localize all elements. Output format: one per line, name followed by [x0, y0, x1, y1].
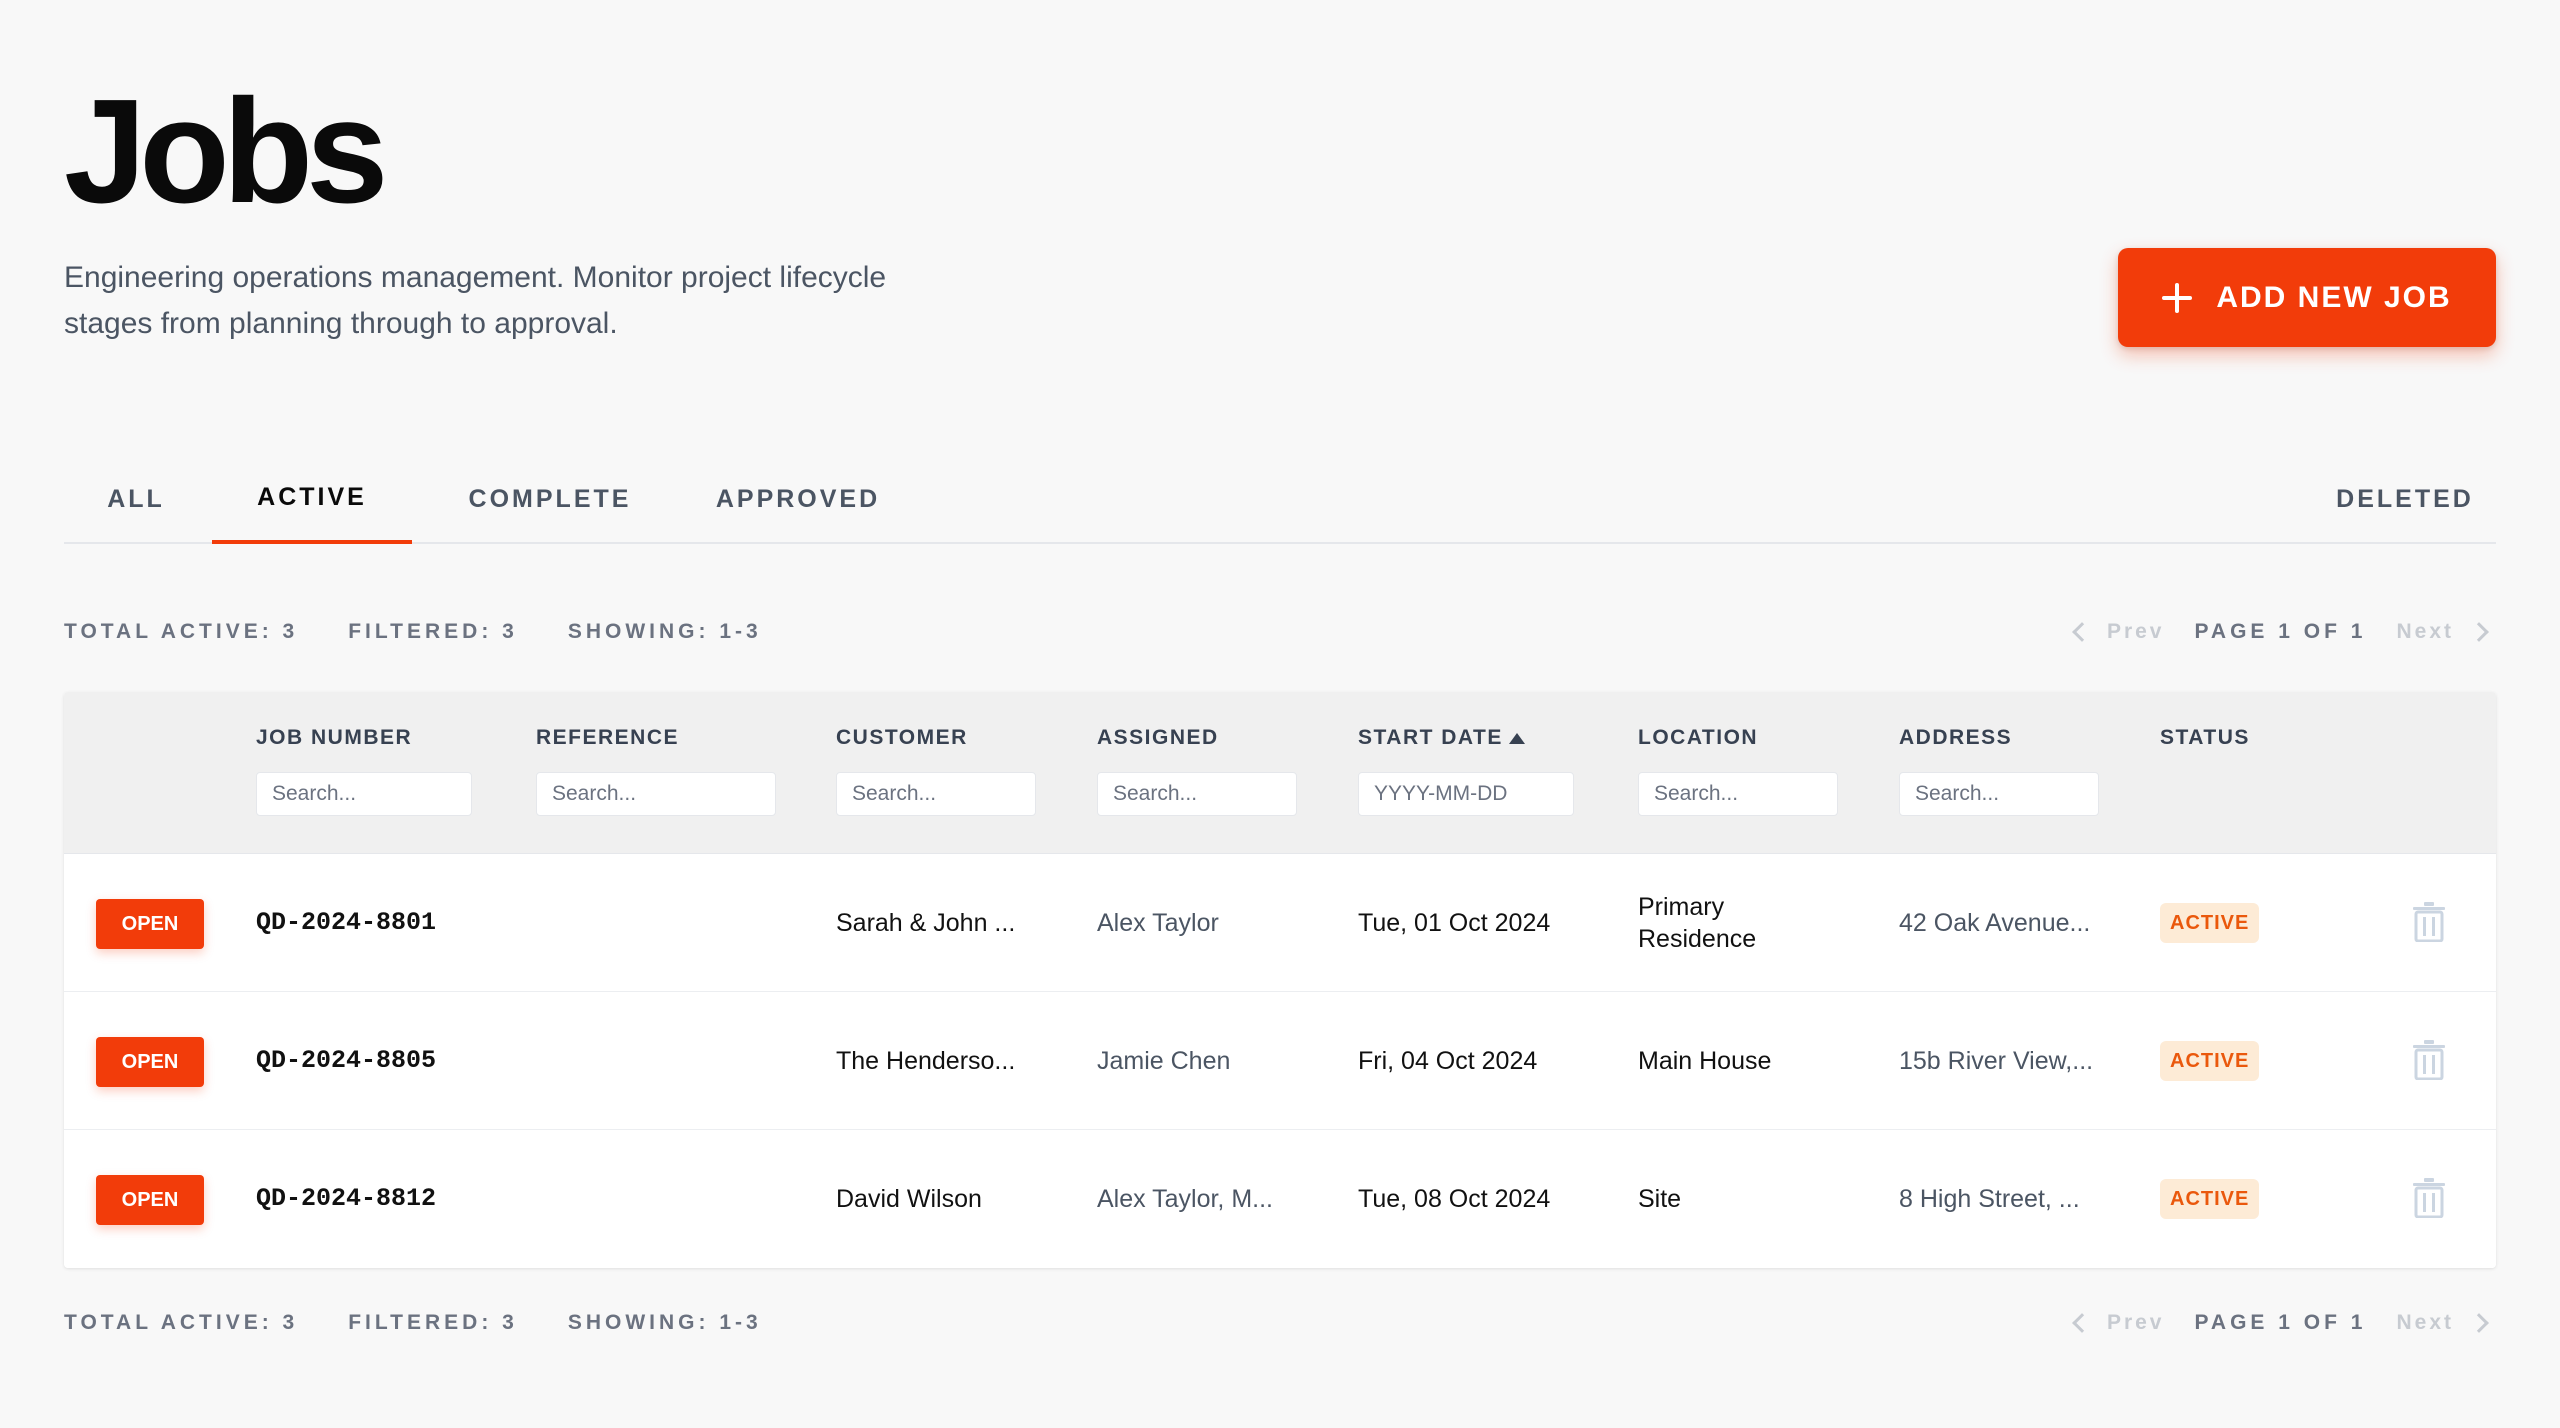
pagination-bottom: Prev PAGE 1 OF 1 Next: [2072, 1303, 2489, 1343]
tab-all[interactable]: ALL: [64, 454, 208, 544]
col-status: STATUS: [2160, 726, 2250, 749]
assigned: Alex Taylor: [1097, 909, 1219, 937]
trash-icon[interactable]: [2412, 1040, 2446, 1080]
prev-page-button[interactable]: Prev: [2072, 620, 2165, 644]
status-badge: ACTIVE: [2160, 1041, 2260, 1081]
sort-ascending-icon: [1508, 732, 1525, 744]
reference-search-input[interactable]: [536, 772, 776, 816]
start-date: Fri, 04 Oct 2024: [1358, 1047, 1538, 1075]
total-active-count: TOTAL ACTIVE: 3: [64, 1311, 299, 1334]
prev-label: Prev: [2106, 1311, 2165, 1334]
col-job-number[interactable]: JOB NUMBER: [256, 726, 412, 750]
tab-active[interactable]: ACTIVE: [212, 454, 412, 544]
table-row: OPEN QD-2024-8805 The Henderso... Jamie …: [64, 992, 2496, 1130]
col-address[interactable]: ADDRESS: [1899, 726, 2012, 750]
summary-bar-top: TOTAL ACTIVE: 3 FILTERED: 3 SHOWING: 1-3…: [64, 612, 2496, 652]
prev-page-button[interactable]: Prev: [2072, 1311, 2165, 1335]
start-date: Tue, 01 Oct 2024: [1358, 909, 1551, 937]
job-number: QD-2024-8812: [256, 1184, 437, 1213]
tab-complete[interactable]: COMPLETE: [436, 454, 664, 544]
status-badge: ACTIVE: [2160, 1179, 2260, 1219]
chevron-right-icon: [2469, 1313, 2489, 1333]
prev-label: Prev: [2106, 620, 2165, 643]
page-subtitle: Engineering operations management. Monit…: [64, 261, 887, 340]
col-start-date[interactable]: START DATE: [1358, 726, 1525, 750]
status-tabs: ALL ACTIVE COMPLETE APPROVED DELETED: [64, 454, 2496, 544]
address: 42 Oak Avenue...: [1899, 909, 2091, 937]
tab-approved[interactable]: APPROVED: [684, 454, 912, 544]
summary-bar-bottom: TOTAL ACTIVE: 3 FILTERED: 3 SHOWING: 1-3…: [64, 1303, 2496, 1343]
start-date: Tue, 08 Oct 2024: [1358, 1185, 1551, 1213]
pagination-top: Prev PAGE 1 OF 1 Next: [2072, 612, 2489, 652]
add-new-job-label: ADD NEW JOB: [2216, 280, 2452, 314]
total-active-count: TOTAL ACTIVE: 3: [64, 620, 299, 643]
page-indicator: PAGE 1 OF 1: [2194, 1311, 2367, 1334]
customer: The Henderso...: [836, 1047, 1016, 1075]
assigned: Jamie Chen: [1097, 1047, 1231, 1075]
filtered-count: FILTERED: 3: [348, 1311, 518, 1334]
address: 15b River View,...: [1899, 1047, 2094, 1075]
location-search-input[interactable]: [1638, 772, 1838, 816]
tab-deleted[interactable]: DELETED: [2314, 454, 2496, 544]
next-label: Next: [2396, 1311, 2454, 1334]
job-number-search-input[interactable]: [256, 772, 472, 816]
next-label: Next: [2396, 620, 2454, 643]
col-reference[interactable]: REFERENCE: [536, 726, 679, 750]
open-job-button[interactable]: OPEN: [96, 899, 204, 949]
col-location[interactable]: LOCATION: [1638, 726, 1758, 750]
chevron-left-icon: [2072, 622, 2092, 642]
plus-icon: [2162, 282, 2193, 313]
next-page-button[interactable]: Next: [2396, 1311, 2489, 1335]
customer: David Wilson: [836, 1185, 982, 1213]
job-number: QD-2024-8805: [256, 1046, 437, 1075]
job-number: QD-2024-8801: [256, 908, 437, 937]
next-page-button[interactable]: Next: [2396, 620, 2489, 644]
location: Main House: [1638, 1047, 1772, 1075]
open-job-button[interactable]: OPEN: [96, 1037, 204, 1087]
jobs-table: JOB NUMBER REFERENCE CUSTOMER ASSIGNED S…: [64, 692, 2496, 1268]
chevron-left-icon: [2072, 1313, 2092, 1333]
address: 8 High Street, ...: [1899, 1185, 2080, 1213]
trash-icon[interactable]: [2412, 1178, 2446, 1218]
status-badge: ACTIVE: [2160, 903, 2260, 943]
add-new-job-button[interactable]: ADD NEW JOB: [2118, 248, 2496, 347]
status-cell: ACTIVE: [2160, 854, 2260, 992]
customer: Sarah & John ...: [836, 909, 1016, 937]
customer-search-input[interactable]: [836, 772, 1036, 816]
showing-range: SHOWING: 1-3: [567, 1311, 762, 1334]
start-date-search-input[interactable]: [1358, 772, 1574, 816]
showing-range: SHOWING: 1-3: [567, 620, 762, 643]
table-row: OPEN QD-2024-8801 Sarah & John ... Alex …: [64, 854, 2496, 992]
location: Primary Residence: [1638, 893, 1757, 953]
location: Site: [1638, 1185, 1682, 1213]
col-start-date-label: START DATE: [1358, 726, 1503, 749]
table-row: OPEN QD-2024-8812 David Wilson Alex Tayl…: [64, 1130, 2496, 1268]
col-assigned[interactable]: ASSIGNED: [1097, 726, 1219, 750]
address-search-input[interactable]: [1899, 772, 2099, 816]
table-header: JOB NUMBER REFERENCE CUSTOMER ASSIGNED S…: [64, 692, 2496, 854]
page-indicator: PAGE 1 OF 1: [2194, 620, 2367, 643]
assigned: Alex Taylor, M...: [1097, 1185, 1273, 1213]
page-title: Jobs: [64, 69, 388, 234]
col-customer[interactable]: CUSTOMER: [836, 726, 968, 750]
filtered-count: FILTERED: 3: [348, 620, 518, 643]
chevron-right-icon: [2469, 622, 2489, 642]
status-cell: ACTIVE: [2160, 992, 2260, 1130]
open-job-button[interactable]: OPEN: [96, 1175, 204, 1225]
trash-icon[interactable]: [2412, 902, 2446, 942]
assigned-search-input[interactable]: [1097, 772, 1297, 816]
status-cell: ACTIVE: [2160, 1130, 2260, 1268]
